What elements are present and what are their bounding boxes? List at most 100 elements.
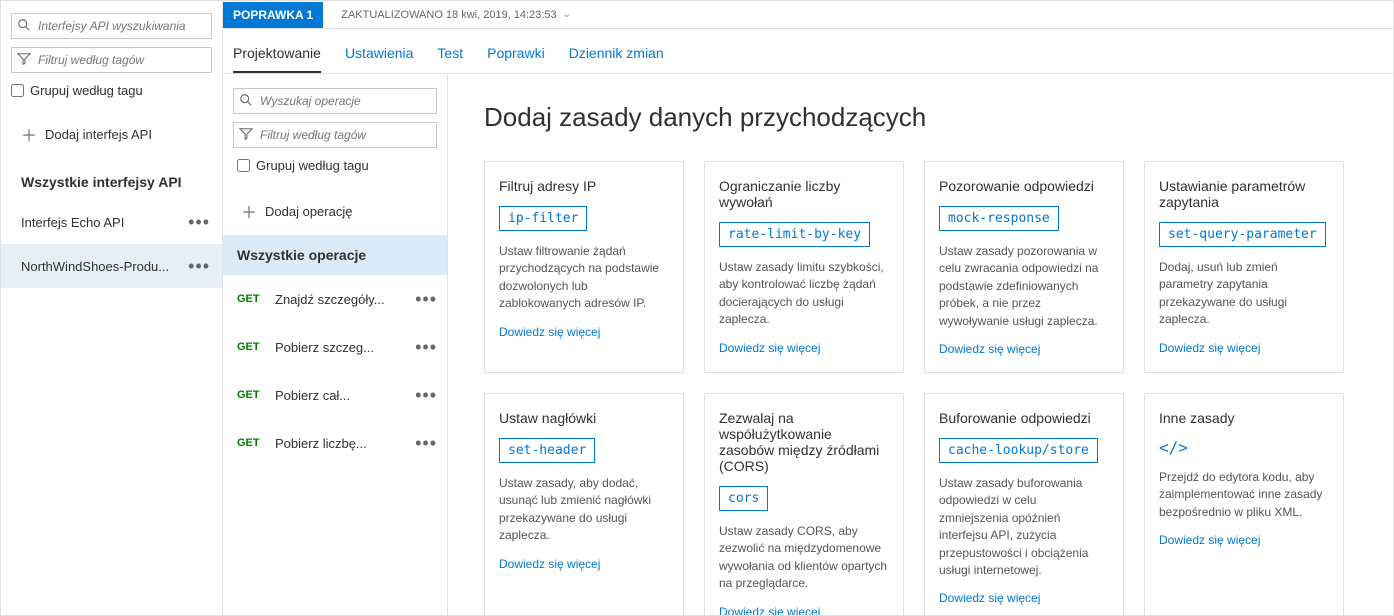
policy-card-set-header[interactable]: Ustaw nagłówki set-header Ustaw zasady, … [484,393,684,615]
all-operations[interactable]: Wszystkie operacje [223,235,447,275]
policy-card-set-query-parameter[interactable]: Ustawianie parametrów zapytania set-quer… [1144,161,1344,373]
policy-code: mock-response [939,206,1059,231]
ops-filter-input[interactable] [233,122,437,148]
card-title: Ustawianie parametrów zapytania [1159,178,1329,210]
operation-name: Pobierz liczbę... [275,436,367,451]
plus-icon: ＋ [241,199,257,223]
search-icon [239,93,253,107]
operations-panel: Grupuj według tagu ＋ Dodaj operację Wszy… [223,74,448,615]
http-method: GET [237,437,265,449]
policy-code: set-header [499,438,595,463]
api-filter-row [11,47,212,73]
learn-more-link[interactable]: Dowiedz się więcej [1159,533,1329,547]
operation-row[interactable]: GET Pobierz szczeg... ••• [223,323,447,371]
revision-badge[interactable]: POPRAWKA 1 [223,2,323,28]
learn-more-link[interactable]: Dowiedz się więcej [1159,341,1329,355]
operation-row[interactable]: GET Pobierz liczbę... ••• [223,419,447,467]
card-title: Filtruj adresy IP [499,178,669,194]
api-item-label: NorthWindShoes-Produ... [21,259,169,274]
http-method: GET [237,389,265,401]
policy-code: cache-lookup/store [939,438,1098,463]
card-title: Zezwalaj na współużytkowanie zasobów mię… [719,410,889,474]
api-sidebar: Grupuj według tagu ＋ Dodaj interfejs API… [1,1,223,615]
group-by-tag-input[interactable] [11,84,24,97]
learn-more-link[interactable]: Dowiedz się więcej [499,557,669,571]
card-description: Ustaw zasady CORS, aby zezwolić na międz… [719,523,889,593]
ops-search-row [233,88,437,114]
workspace: Grupuj według tagu ＋ Dodaj operację Wszy… [223,74,1393,615]
operation-row[interactable]: GET Znajdź szczegóły... ••• [223,275,447,323]
code-icon: </> [1159,438,1329,457]
api-search-input[interactable] [11,13,212,39]
card-title: Ustaw nagłówki [499,410,669,426]
all-apis-title: Wszystkie interfejsy API [21,174,212,190]
policy-card-cache[interactable]: Buforowanie odpowiedzi cache-lookup/stor… [924,393,1124,615]
page-title: Dodaj zasady danych przychodzących [484,102,1357,133]
card-title: Ograniczanie liczby wywołań [719,178,889,210]
policy-card-ip-filter[interactable]: Filtruj adresy IP ip-filter Ustaw filtro… [484,161,684,373]
card-title: Pozorowanie odpowiedzi [939,178,1109,194]
main-area: POPRAWKA 1 ZAKTUALIZOWANO 18 kwi, 2019, … [223,1,1393,615]
http-method: GET [237,341,265,353]
learn-more-link[interactable]: Dowiedz się więcej [939,342,1109,356]
card-description: Ustaw zasady buforowania odpowiedzi w ce… [939,475,1109,579]
tabs: Projektowanie Ustawienia Test Poprawki D… [223,29,1393,74]
tab-ustawienia[interactable]: Ustawienia [345,39,413,73]
tab-projektowanie[interactable]: Projektowanie [233,39,321,73]
ops-group-by-tag-input[interactable] [237,159,250,172]
ops-search-input[interactable] [233,88,437,114]
tab-test[interactable]: Test [437,39,463,73]
ops-group-by-tag-label: Grupuj według tagu [256,158,369,173]
api-item-echo[interactable]: Interfejs Echo API ••• [1,200,222,244]
api-item-northwind[interactable]: NorthWindShoes-Produ... ••• [1,244,222,288]
policy-card-other[interactable]: Inne zasady </> Przejdź do edytora kodu,… [1144,393,1344,615]
api-filter-input[interactable] [11,47,212,73]
more-icon[interactable]: ••• [415,385,437,406]
policy-card-cors[interactable]: Zezwalaj na współużytkowanie zasobów mię… [704,393,904,615]
search-icon [17,18,31,32]
updated-info[interactable]: ZAKTUALIZOWANO 18 kwi, 2019, 14:23:53 ⌄ [341,9,571,21]
policy-code: ip-filter [499,206,587,231]
add-api-label: Dodaj interfejs API [45,127,152,142]
policy-code: cors [719,486,768,511]
content-area: Dodaj zasady danych przychodzących Filtr… [448,74,1393,615]
add-api-button[interactable]: ＋ Dodaj interfejs API [21,122,212,146]
more-icon[interactable]: ••• [415,337,437,358]
policy-code: rate-limit-by-key [719,222,870,247]
more-icon[interactable]: ••• [188,256,210,277]
more-icon[interactable]: ••• [415,433,437,454]
topbar: POPRAWKA 1 ZAKTUALIZOWANO 18 kwi, 2019, … [223,1,1393,29]
tab-poprawki[interactable]: Poprawki [487,39,545,73]
operation-name: Pobierz cał... [275,388,350,403]
group-by-tag-checkbox[interactable]: Grupuj według tagu [11,83,212,98]
learn-more-link[interactable]: Dowiedz się więcej [939,591,1109,605]
add-operation-label: Dodaj operację [265,204,352,219]
policy-card-rate-limit[interactable]: Ograniczanie liczby wywołań rate-limit-b… [704,161,904,373]
learn-more-link[interactable]: Dowiedz się więcej [719,341,889,355]
api-search-row [11,13,212,39]
tab-dziennik[interactable]: Dziennik zmian [569,39,664,73]
card-title: Inne zasady [1159,410,1329,426]
more-icon[interactable]: ••• [188,212,210,233]
filter-icon [239,127,253,141]
more-icon[interactable]: ••• [415,289,437,310]
ops-group-by-tag-checkbox[interactable]: Grupuj według tagu [237,158,437,173]
api-item-label: Interfejs Echo API [21,215,124,230]
policy-code: set-query-parameter [1159,222,1326,247]
card-description: Przejdź do edytora kodu, aby zaimplement… [1159,469,1329,521]
operation-name: Pobierz szczeg... [275,340,374,355]
policy-card-mock-response[interactable]: Pozorowanie odpowiedzi mock-response Ust… [924,161,1124,373]
chevron-down-icon: ⌄ [563,9,571,20]
card-description: Dodaj, usuń lub zmień parametry zapytani… [1159,259,1329,329]
card-description: Ustaw zasady, aby dodać, usunąć lub zmie… [499,475,669,545]
learn-more-link[interactable]: Dowiedz się więcej [499,325,669,339]
card-title: Buforowanie odpowiedzi [939,410,1109,426]
add-operation-button[interactable]: ＋ Dodaj operację [241,199,437,223]
http-method: GET [237,293,265,305]
operation-row[interactable]: GET Pobierz cał... ••• [223,371,447,419]
operation-name: Znajdź szczegóły... [275,292,385,307]
learn-more-link[interactable]: Dowiedz się więcej [719,605,889,615]
ops-filter-row [233,122,437,148]
policy-cards: Filtruj adresy IP ip-filter Ustaw filtro… [484,161,1357,615]
filter-icon [17,52,31,66]
